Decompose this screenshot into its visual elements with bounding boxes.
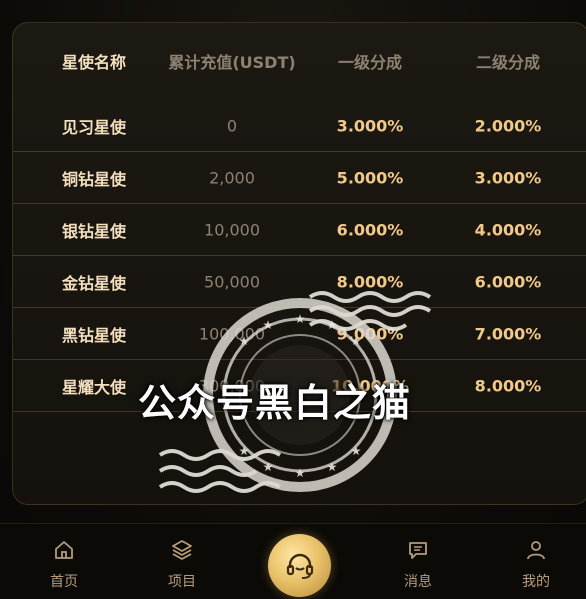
- nav-label-projects: 项目: [168, 574, 196, 590]
- nav-label-profile: 我的: [522, 574, 550, 590]
- level2-share: 2.000%: [474, 116, 542, 135]
- level1-share: 5.000%: [336, 168, 404, 187]
- watermark-text: 公众号黑白之猫: [138, 381, 412, 425]
- nav-item-profile[interactable]: 我的: [501, 538, 571, 591]
- header-recharge: 累计充值(USDT): [168, 53, 296, 72]
- level1-share: 3.000%: [336, 116, 404, 135]
- header-level2: 二级分成: [475, 53, 541, 72]
- rank-name: 黑钻星使: [61, 325, 127, 345]
- table-header: 星使名称 累计充值(USDT) 一级分成 二级分成: [13, 23, 586, 100]
- header-name: 星使名称: [61, 53, 127, 72]
- table-row: 金钻星使 50,000 8.000% 6.000%: [13, 256, 586, 308]
- rank-name: 金钻星使: [61, 273, 127, 293]
- rank-name: 星耀大使: [61, 377, 127, 397]
- nav-label-home: 首页: [50, 574, 78, 590]
- app-screen: 星使名称 累计充值(USDT) 一级分成 二级分成 见习星使 0 3.000% …: [0, 0, 586, 599]
- message-icon: [409, 542, 427, 559]
- header-level1: 一级分成: [337, 53, 403, 72]
- recharge-amount: 50,000: [204, 272, 260, 291]
- rank-name: 银钻星使: [61, 221, 127, 241]
- user-icon: [527, 541, 545, 560]
- nav-label-messages: 消息: [404, 574, 432, 590]
- nav-item-projects[interactable]: 项目: [147, 538, 217, 591]
- recharge-amount: 0: [226, 116, 238, 135]
- level2-share: 3.000%: [474, 168, 542, 187]
- home-icon: [55, 541, 73, 559]
- level1-share: 6.000%: [336, 220, 404, 239]
- recharge-amount: 100,000: [198, 324, 266, 343]
- level2-share: 8.000%: [474, 376, 542, 395]
- level1-share: 8.000%: [336, 272, 404, 291]
- table-row: 见习星使 0 3.000% 2.000%: [13, 100, 586, 152]
- layers-icon: [172, 540, 192, 560]
- nav-item-home[interactable]: 首页: [29, 538, 99, 591]
- level2-share: 6.000%: [474, 272, 542, 291]
- rank-name: 铜钻星使: [61, 169, 127, 189]
- headset-icon: [286, 553, 314, 579]
- level2-share: 7.000%: [474, 324, 542, 343]
- customer-service-button[interactable]: [268, 534, 331, 597]
- table-row: 黑钻星使 100,000 9.000% 7.000%: [13, 308, 586, 360]
- level2-share: 4.000%: [474, 220, 542, 239]
- nav-item-messages[interactable]: 消息: [383, 538, 453, 591]
- recharge-amount: 2,000: [209, 168, 255, 187]
- recharge-amount: 10,000: [204, 220, 260, 239]
- star-ambassador-table-card: 星使名称 累计充值(USDT) 一级分成 二级分成 见习星使 0 3.000% …: [12, 22, 586, 505]
- table-row: 银钻星使 10,000 6.000% 4.000%: [13, 204, 586, 256]
- table-row: 铜钻星使 2,000 5.000% 3.000%: [13, 152, 586, 204]
- level1-share: 9.000%: [336, 324, 404, 343]
- commission-table: 星使名称 累计充值(USDT) 一级分成 二级分成 见习星使 0 3.000% …: [13, 23, 586, 412]
- rank-name: 见习星使: [61, 117, 127, 137]
